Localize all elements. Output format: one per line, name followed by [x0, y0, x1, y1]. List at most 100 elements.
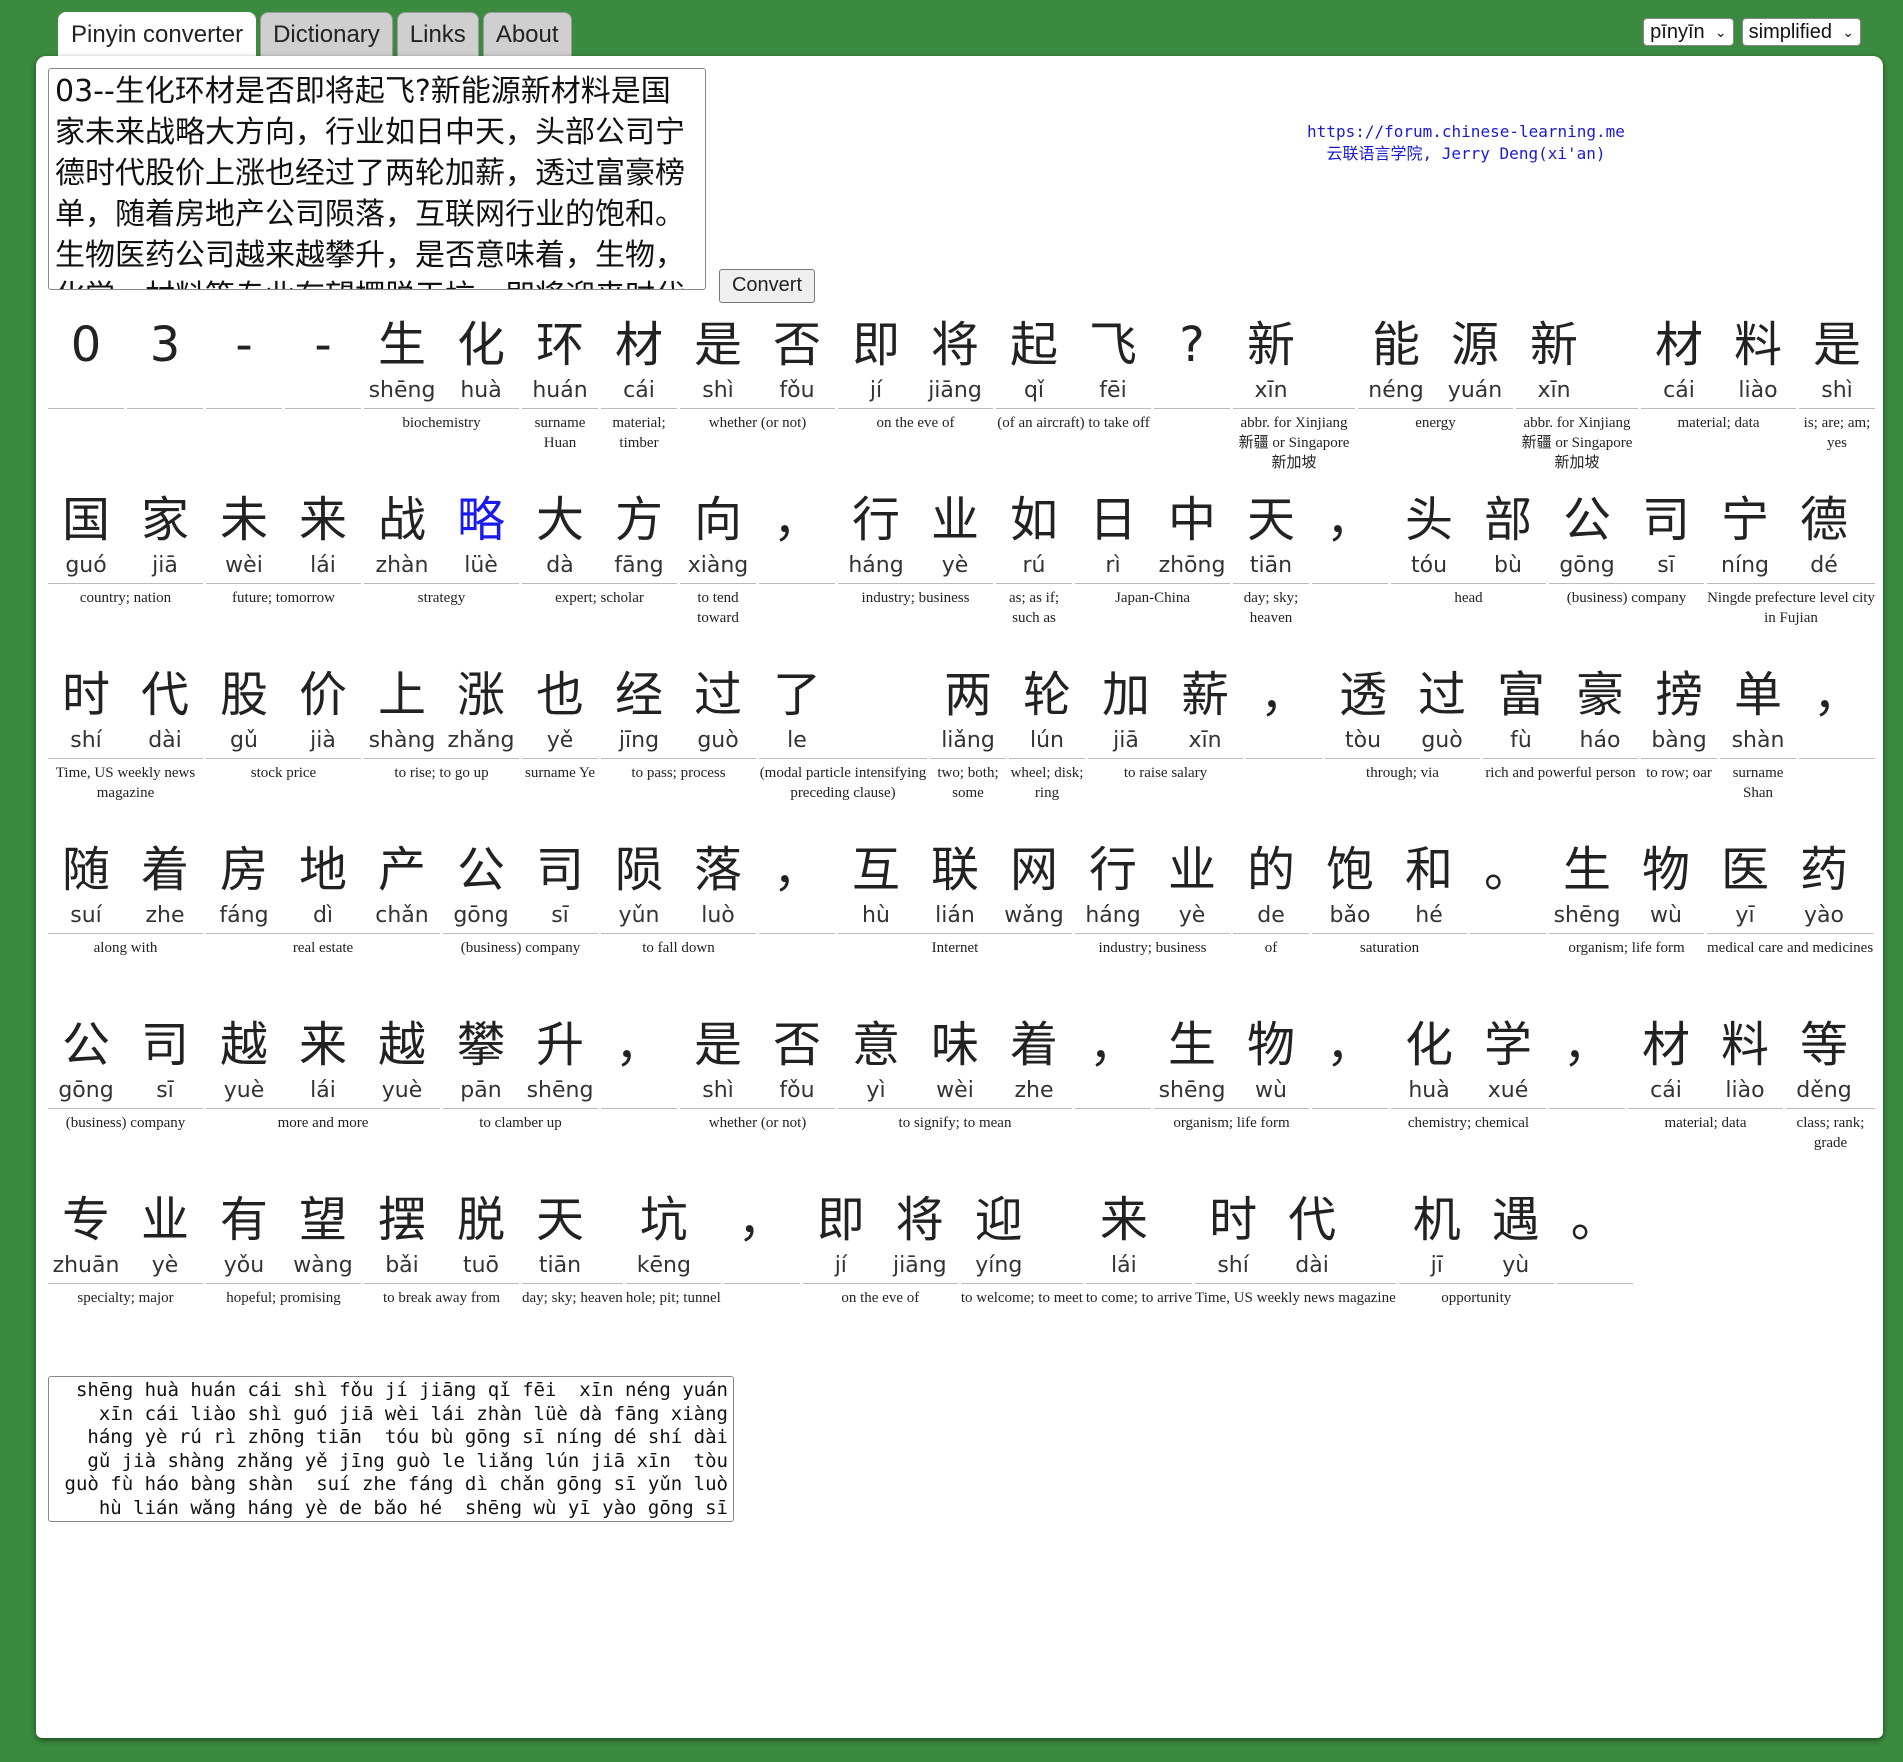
- word-group[interactable]: 富 fù 豪 háo rich and powerful person: [1483, 664, 1638, 783]
- word-group[interactable]: 天 tiān day; sky; heaven: [522, 1189, 623, 1308]
- word-group[interactable]: 战 zhàn 略 lüè strategy: [364, 489, 519, 608]
- word-group[interactable]: 坑 kēng hole; pit; tunnel: [625, 1189, 721, 1308]
- word-group[interactable]: 材 cái 料 liào material; data: [1628, 1014, 1783, 1133]
- tab-links[interactable]: Links: [396, 12, 479, 56]
- word-group[interactable]: 头 tóu 部 bù head: [1391, 489, 1546, 608]
- word-group[interactable]: ，: [1312, 489, 1388, 588]
- word-group[interactable]: 是 shì 否 fǒu whether (or not): [680, 1014, 835, 1133]
- word-group[interactable]: 即 jí 将 jiāng on the eve of: [838, 314, 993, 433]
- word-group[interactable]: 时 shí 代 dài Time, US weekly news magazine: [1195, 1189, 1396, 1308]
- word-group[interactable]: 攀 pān 升 shēng to clamber up: [443, 1014, 598, 1133]
- word-group[interactable]: 。: [1556, 1189, 1633, 1288]
- word-group[interactable]: 上 shàng 涨 zhǎng to rise; to go up: [364, 664, 519, 783]
- word-group[interactable]: 化 huà 学 xué chemistry; chemical: [1391, 1014, 1546, 1133]
- word-group[interactable]: 轮 lún wheel; disk; ring: [1009, 664, 1085, 803]
- pinyin: yuè: [223, 1078, 265, 1103]
- tab-about[interactable]: About: [482, 12, 572, 56]
- hanzi: 越: [377, 1017, 426, 1073]
- word-group[interactable]: 饱 bǎo 和 hé saturation: [1312, 839, 1467, 958]
- word-group[interactable]: 0: [48, 314, 124, 413]
- word-group[interactable]: 机 jī 遇 yù opportunity: [1398, 1189, 1554, 1308]
- definition: [48, 409, 124, 413]
- convert-button[interactable]: Convert: [719, 269, 815, 303]
- word-group[interactable]: ，: [723, 1189, 800, 1288]
- word-group[interactable]: 专 zhuān 业 yè specialty; major: [48, 1189, 203, 1308]
- word-group[interactable]: 加 jiā 薪 xīn to raise salary: [1088, 664, 1243, 783]
- word-group[interactable]: 3: [127, 314, 203, 413]
- word-group[interactable]: ，: [1246, 664, 1322, 763]
- character-cell: 司 sī: [522, 839, 598, 933]
- word-group[interactable]: 是 shì is; are; am; yes: [1799, 314, 1875, 453]
- script-select[interactable]: simplified ⌄: [1741, 18, 1861, 46]
- word-group[interactable]: 新 xīn abbr. for Xinjiang 新疆 or Singapore 新…: [1516, 314, 1638, 473]
- word-group[interactable]: 材 cái material; timber: [601, 314, 677, 453]
- word-group[interactable]: ，: [759, 839, 835, 938]
- word-group[interactable]: 向 xiàng to tend toward: [680, 489, 756, 628]
- word-group[interactable]: 两 liǎng two; both; some: [930, 664, 1006, 803]
- word-group[interactable]: ?: [1154, 314, 1230, 413]
- word-group[interactable]: 等 děng class; rank; grade: [1786, 1014, 1875, 1153]
- word-group[interactable]: 。: [1470, 839, 1546, 938]
- word-group[interactable]: 如 rú as; as if; such as: [996, 489, 1072, 628]
- word-group[interactable]: 经 jīng 过 guò to pass; process: [601, 664, 756, 783]
- word-group[interactable]: 透 tòu 过 guò through; via: [1325, 664, 1480, 783]
- word-group[interactable]: 国 guó 家 jiā country; nation: [48, 489, 203, 608]
- word-group[interactable]: 也 yě surname Ye: [522, 664, 598, 783]
- word-group[interactable]: -: [285, 314, 361, 413]
- word-group[interactable]: 公 gōng 司 sī (business) company: [48, 1014, 203, 1133]
- tab-dictionary[interactable]: Dictionary: [260, 12, 393, 56]
- word-group[interactable]: 环 huán surname Huan: [522, 314, 598, 453]
- tab-pinyin-converter[interactable]: Pinyin converter: [58, 12, 257, 59]
- word-group[interactable]: 来 lái to come; to arrive: [1085, 1189, 1193, 1308]
- word-group[interactable]: 互 hù 联 lián 网 wǎng Internet: [838, 839, 1072, 958]
- word-group[interactable]: 新 xīn abbr. for Xinjiang 新疆 or Singapore 新…: [1233, 314, 1355, 473]
- word-group[interactable]: 生 shēng 化 huà biochemistry: [364, 314, 519, 433]
- word-characters: 随 suí 着 zhe: [48, 839, 203, 934]
- word-group[interactable]: 大 dà 方 fāng expert; scholar: [522, 489, 677, 608]
- pinyin-output[interactable]: shēng huà huán cái shì fǒu jí jiāng qǐ f…: [48, 1376, 734, 1522]
- word-group[interactable]: ，: [1075, 1014, 1151, 1113]
- word-group[interactable]: 即 jí 将 jiāng on the eve of: [802, 1189, 958, 1308]
- word-group[interactable]: 了 le (modal particle intensifying precedin…: [759, 664, 927, 803]
- word-group[interactable]: 日 rì 中 zhōng Japan-China: [1075, 489, 1230, 608]
- word-group[interactable]: 行 háng 业 yè industry; business: [838, 489, 993, 608]
- word-group[interactable]: 是 shì 否 fǒu whether (or not): [680, 314, 835, 433]
- word-group[interactable]: 单 shàn surname Shan: [1720, 664, 1796, 803]
- word-group[interactable]: 起 qǐ 飞 fēi (of an aircraft) to take off: [996, 314, 1151, 433]
- word-group[interactable]: 生 shēng 物 wù organism; life form: [1154, 1014, 1309, 1133]
- word-group[interactable]: ，: [601, 1014, 677, 1113]
- word-group[interactable]: ，: [759, 489, 835, 588]
- forum-link[interactable]: https://forum.chinese-learning.me: [1286, 121, 1646, 143]
- word-group[interactable]: ，: [1312, 1014, 1388, 1113]
- word-group[interactable]: 搒 bàng to row; oar: [1641, 664, 1717, 783]
- word-group[interactable]: -: [206, 314, 282, 413]
- word-group[interactable]: 能 néng 源 yuán energy: [1358, 314, 1513, 433]
- word-group[interactable]: 公 gōng 司 sī (business) company: [443, 839, 598, 958]
- word-group[interactable]: 医 yī 药 yào medical care and medicines: [1707, 839, 1874, 958]
- pinyin: bàng: [1651, 728, 1707, 753]
- word-group[interactable]: 房 fáng 地 dì 产 chǎn real estate: [206, 839, 440, 958]
- word-group[interactable]: 公 gōng 司 sī (business) company: [1549, 489, 1704, 608]
- pinyin: wǎng: [1004, 903, 1064, 928]
- word-group[interactable]: 迎 yíng to welcome; to meet: [960, 1189, 1083, 1308]
- word-group[interactable]: 股 gǔ 价 jià stock price: [206, 664, 361, 783]
- romanization-select[interactable]: pīnyīn ⌄: [1643, 18, 1734, 46]
- word-group[interactable]: 时 shí 代 dài Time, US weekly news magazine: [48, 664, 203, 803]
- word-group[interactable]: 越 yuè 来 lái 越 yuè more and more: [206, 1014, 440, 1133]
- word-group[interactable]: ，: [1549, 1014, 1625, 1113]
- word-group[interactable]: 未 wèi 来 lái future; tomorrow: [206, 489, 361, 608]
- word-group[interactable]: ，: [1799, 664, 1875, 763]
- word-group[interactable]: 摆 bǎi 脱 tuō to break away from: [364, 1189, 519, 1308]
- word-group[interactable]: 行 háng 业 yè industry; business: [1075, 839, 1230, 958]
- word-group[interactable]: 天 tiān day; sky; heaven: [1233, 489, 1309, 628]
- chinese-input[interactable]: 03--生化环材是否即将起飞?新能源新材料是国家未来战略大方向，行业如日中天，头…: [48, 68, 706, 290]
- word-group[interactable]: 的 de of: [1233, 839, 1309, 958]
- word-group[interactable]: 意 yì 味 wèi 着 zhe to signify; to mean: [838, 1014, 1072, 1133]
- word-group[interactable]: 随 suí 着 zhe along with: [48, 839, 203, 958]
- word-group[interactable]: 宁 níng 德 dé Ningde prefecture level city in …: [1707, 489, 1875, 628]
- word-group[interactable]: 生 shēng 物 wù organism; life form: [1549, 839, 1704, 958]
- word-group[interactable]: 材 cái 料 liào material; data: [1641, 314, 1796, 433]
- hanzi: ，: [1562, 1017, 1611, 1073]
- word-group[interactable]: 陨 yǔn 落 luò to fall down: [601, 839, 756, 958]
- word-group[interactable]: 有 yǒu 望 wàng hopeful; promising: [206, 1189, 361, 1308]
